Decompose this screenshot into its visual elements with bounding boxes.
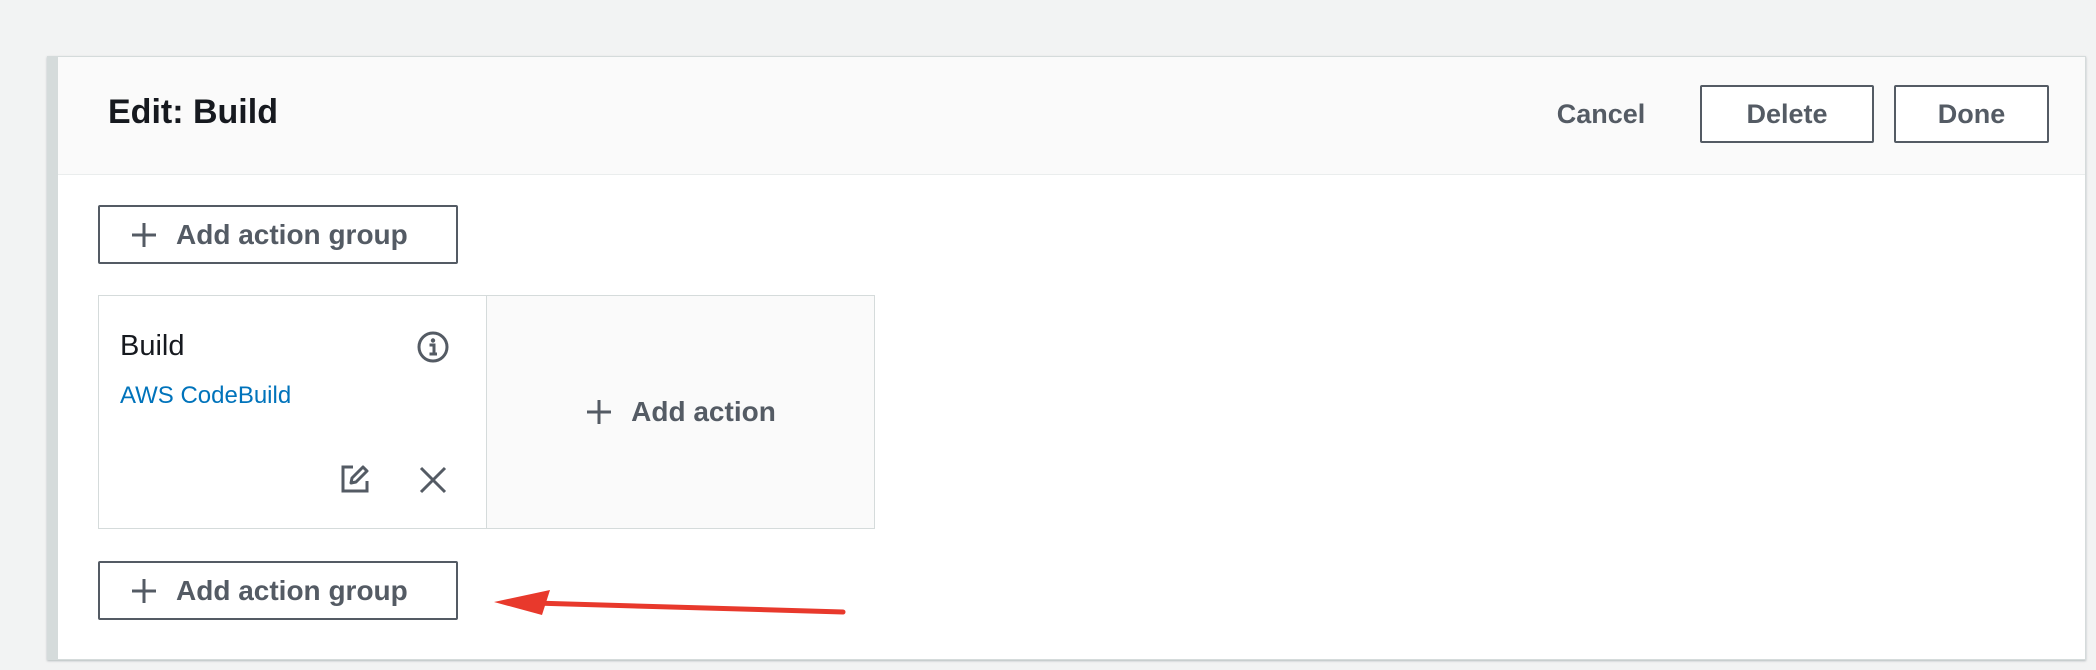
close-icon[interactable] xyxy=(418,465,448,495)
add-action-group-label: Add action group xyxy=(176,218,408,250)
done-button[interactable]: Done xyxy=(1894,85,2049,143)
action-provider-link[interactable]: AWS CodeBuild xyxy=(120,382,291,410)
add-action-group-button-bottom[interactable]: Add action group xyxy=(98,561,458,620)
action-name: Build xyxy=(120,330,185,362)
info-icon[interactable] xyxy=(416,330,450,364)
add-action-group-button-top[interactable]: Add action group xyxy=(98,205,458,264)
add-action-group-label: Add action group xyxy=(176,574,408,606)
page-title: Edit: Build xyxy=(108,93,278,131)
plus-icon xyxy=(132,222,156,247)
panel-left-stripe xyxy=(48,57,58,659)
add-action-label: Add action xyxy=(631,396,776,427)
delete-button[interactable]: Delete xyxy=(1700,85,1874,143)
annotation-arrow xyxy=(494,590,846,615)
edit-stage-panel: Edit: Build Cancel Delete Done Add actio… xyxy=(47,56,2086,660)
edit-icon[interactable] xyxy=(339,463,371,495)
cancel-button[interactable]: Cancel xyxy=(1540,85,1662,143)
action-group: Build AWS CodeBuild Add action xyxy=(98,295,875,529)
panel-header: Edit: Build Cancel Delete Done xyxy=(58,57,2085,175)
add-action-button[interactable]: Add action xyxy=(487,296,874,528)
plus-icon xyxy=(132,578,156,603)
plus-icon xyxy=(587,400,612,424)
action-card-build: Build AWS CodeBuild xyxy=(99,296,487,528)
